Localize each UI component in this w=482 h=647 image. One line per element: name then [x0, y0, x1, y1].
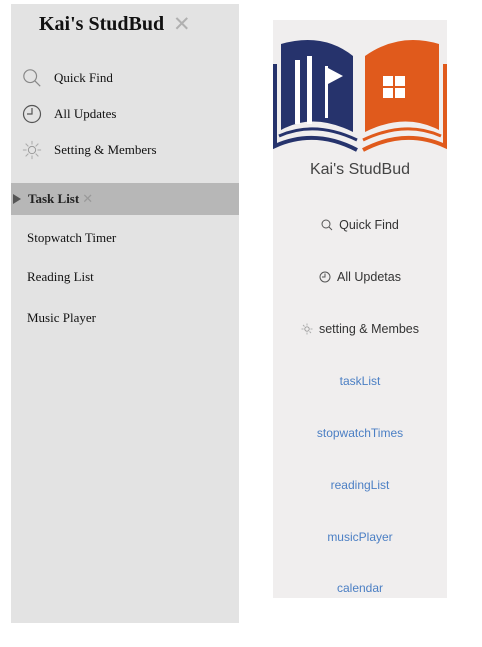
nav-setting-members[interactable]: setting & Membes — [273, 322, 447, 336]
nav-link-stopwatch[interactable]: stopwatchTimes — [273, 426, 447, 440]
workspace-title[interactable]: Kai's StudBud — [39, 13, 164, 36]
nav-all-updates[interactable]: All Updetas — [273, 270, 447, 284]
search-icon — [22, 68, 42, 88]
sidebar-item-label: All Updates — [54, 106, 117, 121]
sidebar-item-all-updates[interactable]: All Updates — [22, 102, 116, 126]
nav-link-calendar[interactable]: calendar — [273, 581, 447, 595]
sidebar-item-setting-members[interactable]: Setting & Members — [22, 138, 157, 162]
nav-link-music-player[interactable]: musicPlayer — [273, 530, 447, 544]
sidebar-item-quick-find[interactable]: Quick Find — [22, 66, 113, 90]
nav-label: All Updetas — [337, 270, 401, 284]
sidebar-page-reading-list[interactable]: Reading List — [27, 269, 94, 285]
close-icon[interactable]: ✕ — [82, 192, 93, 207]
search-icon — [321, 219, 333, 231]
clock-icon — [319, 271, 331, 283]
close-icon[interactable]: ✕ — [173, 12, 191, 36]
nav-link-task-list[interactable]: taskList — [273, 374, 447, 388]
nav-label: Quick Find — [339, 218, 399, 232]
gear-icon — [22, 140, 42, 160]
page-label: Task List — [28, 191, 80, 206]
nav-quick-find[interactable]: Quick Find — [273, 218, 447, 232]
sidebar-item-label: Setting & Members — [54, 142, 157, 157]
sidebar-page-stopwatch[interactable]: Stopwatch Timer — [27, 230, 116, 246]
expand-arrow-icon[interactable] — [13, 194, 21, 204]
gear-icon — [301, 323, 313, 335]
sidebar-page-music-player[interactable]: Music Player — [27, 310, 96, 326]
app-nav-panel: Kai's StudBud Quick Find All Updetas set… — [273, 20, 447, 598]
nav-link-reading-list[interactable]: readingList — [273, 478, 447, 492]
nav-label: setting & Membes — [318, 322, 420, 336]
sidebar-page-task-list[interactable]: Task List ✕ — [11, 183, 239, 215]
clock-icon — [22, 104, 42, 124]
book-logo-icon — [273, 40, 447, 152]
notion-sidebar: Kai's StudBud ✕ Quick Find All Updates S… — [11, 4, 239, 623]
sidebar-item-label: Quick Find — [54, 70, 113, 85]
brand-name: Kai's StudBud — [309, 161, 410, 178]
